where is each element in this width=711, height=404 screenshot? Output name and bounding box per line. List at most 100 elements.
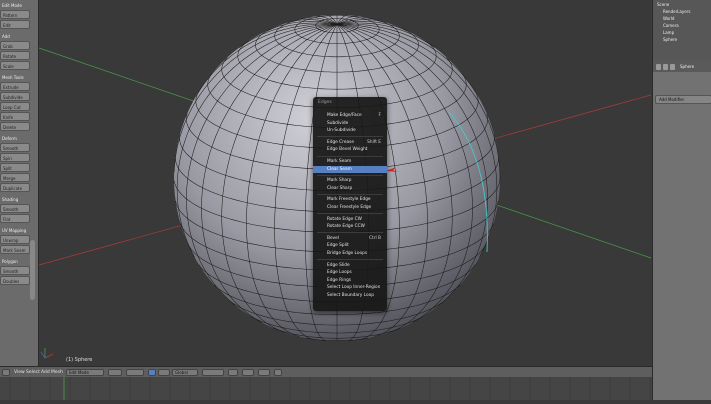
menu-item[interactable]: Mark Seam xyxy=(313,158,387,165)
view-menu[interactable]: View xyxy=(14,369,25,376)
shelf-button[interactable]: Grab xyxy=(0,41,30,50)
menu-item[interactable]: Select Loop Inner-Region xyxy=(313,284,387,291)
shelf-button[interactable]: Duplicate xyxy=(0,183,30,192)
menu-item[interactable]: Select Boundary Loop xyxy=(313,292,387,299)
manipulator-toggle[interactable] xyxy=(148,369,156,376)
shelf-button[interactable]: Delete xyxy=(0,122,30,131)
menu-item-label: Edge Crease xyxy=(327,139,355,145)
menu-item-label: Make Edge/Face xyxy=(327,113,362,118)
shelf-button[interactable]: Doubles xyxy=(0,276,30,285)
shelf-group-header[interactable]: Deform xyxy=(0,135,34,142)
properties-tabs: Sphere xyxy=(653,62,711,72)
shelf-group-header[interactable]: Polygon xyxy=(0,258,34,265)
add-menu[interactable]: Add xyxy=(41,369,50,376)
menu-item-label: Bevel xyxy=(327,235,339,241)
shelf-button[interactable]: Pattern xyxy=(0,10,30,19)
shelf-button[interactable]: Knife xyxy=(0,112,30,121)
menu-item[interactable]: Mark Sharp xyxy=(313,177,387,184)
shelf-button[interactable]: Extrude xyxy=(0,82,30,91)
mesh-menu[interactable]: Mesh xyxy=(51,369,63,376)
menu-item[interactable]: Bevel Ctrl B xyxy=(313,235,387,242)
menu-item[interactable]: Un-Subdivide xyxy=(313,127,387,134)
shading-selector[interactable] xyxy=(108,369,122,376)
menu-item-label: Clear Freestyle Edge xyxy=(327,205,372,210)
outliner-item[interactable]: Lamp xyxy=(663,30,674,36)
menu-item[interactable]: Rotate Edge CCW xyxy=(313,223,387,230)
outliner-item[interactable]: Scene xyxy=(657,2,669,8)
menu-item-label: Select Boundary Loop xyxy=(327,293,374,298)
render-tab-icon[interactable] xyxy=(656,64,661,70)
menu-item[interactable]: Clear Freestyle Edge xyxy=(313,204,387,211)
menu-item[interactable]: Clear Seam xyxy=(313,165,387,173)
mode-selector[interactable]: Edit Mode xyxy=(66,369,104,376)
menu-separator xyxy=(317,136,383,138)
properties-panel xyxy=(653,62,711,400)
shelf-button[interactable]: Mark Seam xyxy=(0,245,30,254)
shelf-button[interactable]: Edit xyxy=(0,20,30,29)
menu-item-label: Clear Seam xyxy=(327,166,352,172)
snap-toggle[interactable] xyxy=(258,369,270,376)
tool-shelf-scrollbar[interactable] xyxy=(30,240,35,300)
shelf-button[interactable]: Spin xyxy=(0,153,30,162)
shelf-button[interactable]: Smooth xyxy=(0,143,30,152)
edges-context-menu: Edges Make Edge/Face F Subdivide Un-Subdivi… xyxy=(313,97,387,311)
select-mode-buttons[interactable] xyxy=(202,369,224,376)
menu-item[interactable]: Edge Rings xyxy=(313,277,387,284)
menu-item[interactable]: Bridge Edge Loops xyxy=(313,250,387,257)
menu-item-label: Mark Seam xyxy=(327,159,352,164)
shelf-button[interactable]: Smooth xyxy=(0,266,30,275)
shelf-group-header[interactable]: Add xyxy=(0,33,34,40)
menu-item[interactable]: Edge Crease Shift E xyxy=(313,139,387,146)
shelf-button[interactable]: Flat xyxy=(0,214,30,223)
menu-item-shortcut: Ctrl B xyxy=(369,235,381,241)
render-preview-button[interactable] xyxy=(274,369,282,376)
menu-separator xyxy=(317,259,383,261)
menu-item-label: Mark Freestyle Edge xyxy=(327,197,371,203)
timeline[interactable] xyxy=(0,377,652,400)
proportional-edit-toggle[interactable] xyxy=(242,369,254,376)
menu-item-label: Mark Sharp xyxy=(327,178,352,184)
object-tab-icon[interactable] xyxy=(670,64,675,70)
shelf-button[interactable]: Scale xyxy=(0,61,30,70)
shelf-group-header[interactable]: UV Mapping xyxy=(0,227,34,234)
shelf-button[interactable]: Unwrap xyxy=(0,235,30,244)
outliner-item[interactable]: RenderLayers xyxy=(663,9,690,15)
shelf-button[interactable]: Rotate xyxy=(0,51,30,60)
axis-gizmo xyxy=(40,348,54,359)
menu-item[interactable]: Make Edge/Face F xyxy=(313,112,387,119)
pivot-selector[interactable] xyxy=(126,369,144,376)
scene-tab-icon[interactable] xyxy=(663,64,668,70)
shelf-button[interactable]: Subdivide xyxy=(0,92,30,101)
menu-item[interactable]: Edge Split xyxy=(313,242,387,249)
menu-title: Edges xyxy=(318,100,332,105)
shelf-button[interactable]: Loop Cut xyxy=(0,102,30,111)
outliner-item[interactable]: Sphere xyxy=(663,37,677,43)
shelf-button[interactable]: Split xyxy=(0,163,30,172)
transform-icons[interactable] xyxy=(158,369,170,376)
outliner-item[interactable]: Camera xyxy=(663,23,679,29)
add-modifier-dropdown[interactable]: Add Modifier xyxy=(655,95,711,104)
menu-item[interactable]: Edge Loops xyxy=(313,269,387,276)
menu-item[interactable]: Clear Sharp xyxy=(313,185,387,192)
shelf-group-header[interactable]: Edit Mode xyxy=(0,2,34,9)
menu-item-label: Rotate Edge CW xyxy=(327,216,362,222)
menu-item-label: Rotate Edge CCW xyxy=(327,224,365,230)
menu-separator xyxy=(317,193,383,195)
orientation-dropdown[interactable]: Global xyxy=(172,369,198,376)
menu-item-label: Select Loop Inner-Region xyxy=(327,285,381,291)
limit-selection-toggle[interactable] xyxy=(228,369,238,376)
menu-item[interactable]: Subdivide xyxy=(313,120,387,127)
menu-item[interactable]: Rotate Edge CW xyxy=(313,216,387,223)
editor-type-icon[interactable] xyxy=(2,369,10,376)
shelf-button[interactable]: Merge xyxy=(0,173,30,182)
menu-item[interactable]: Mark Freestyle Edge xyxy=(313,196,387,203)
outliner-item[interactable]: World xyxy=(663,16,674,22)
shelf-button[interactable]: Smooth xyxy=(0,204,30,213)
shelf-group-header[interactable]: Mesh Tools xyxy=(0,74,34,81)
menu-item[interactable]: Edge Bevel Weight xyxy=(313,146,387,153)
menu-item-shortcut: F xyxy=(378,113,381,118)
menu-item[interactable]: Edge Slide xyxy=(313,262,387,269)
select-menu[interactable]: Select xyxy=(26,369,40,376)
shelf-group-header[interactable]: Shading xyxy=(0,196,34,203)
menu-item-label: Edge Split xyxy=(327,243,349,249)
